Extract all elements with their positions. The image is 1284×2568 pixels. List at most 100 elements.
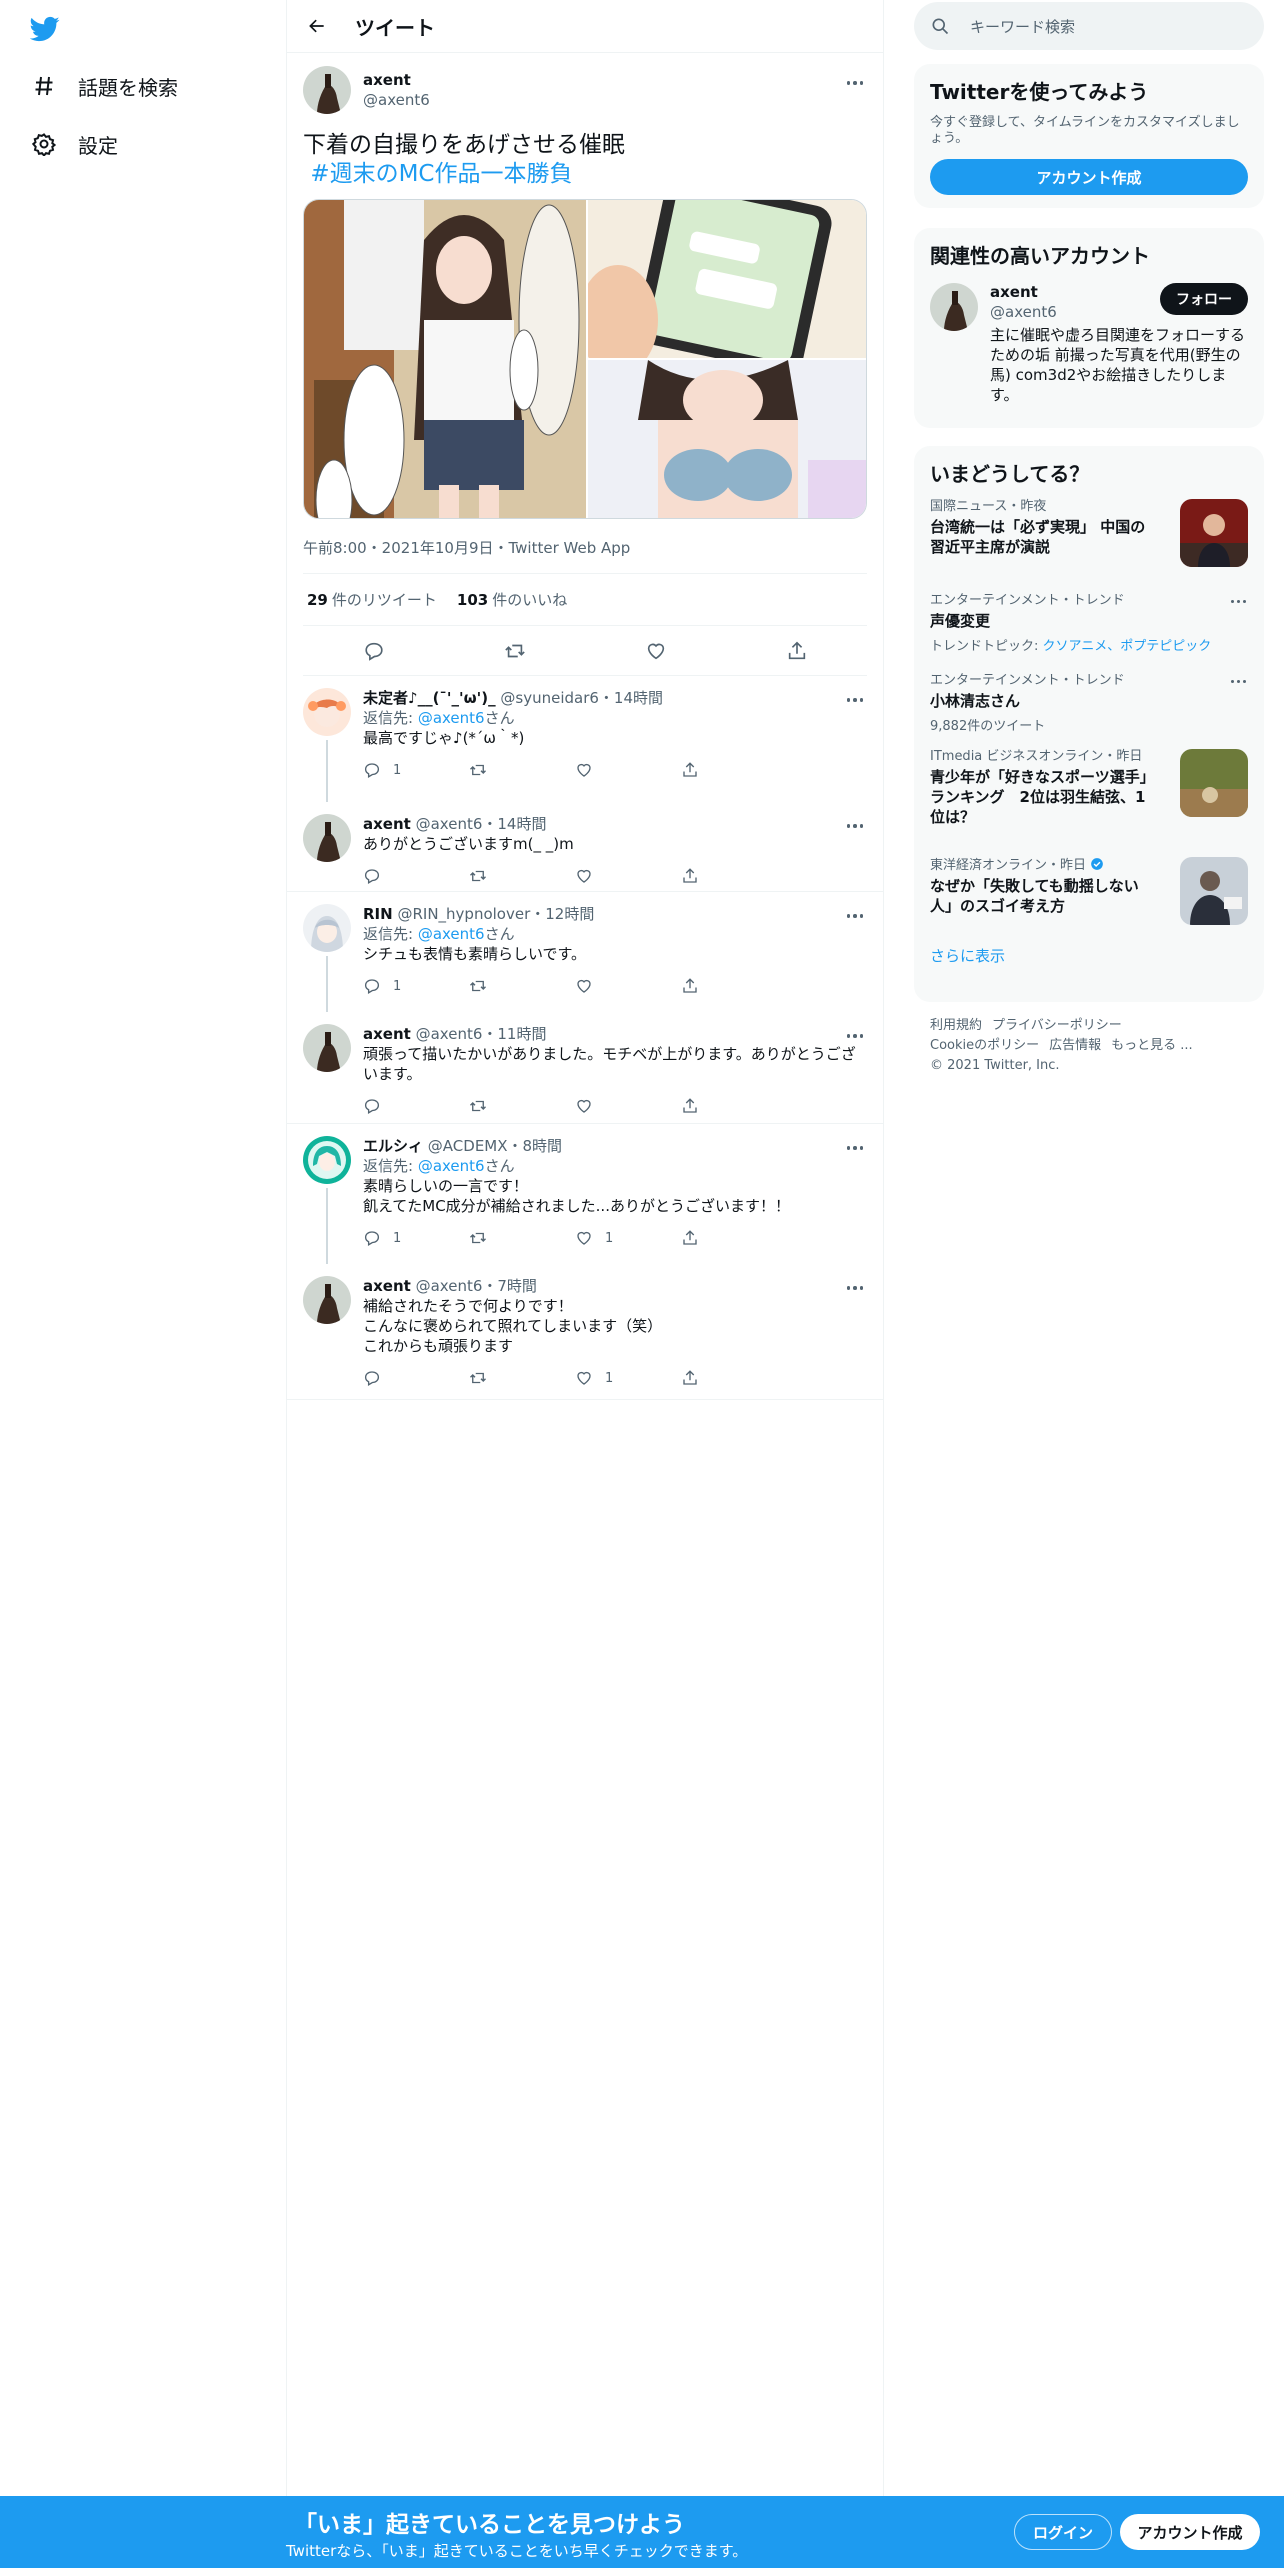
avatar[interactable] <box>930 283 978 331</box>
hashtag-link[interactable]: #週末のMC作品一本勝負 <box>310 161 572 187</box>
tweet-timestamp[interactable]: 午前8:00・2021年10月9日・Twitter Web App <box>303 537 867 574</box>
related-account[interactable]: axent @axent6 主に催眠や虚ろ目関連をフォローするための垢 前撮った… <box>914 269 1264 419</box>
login-button[interactable]: ログイン <box>1014 2514 1112 2550</box>
twitter-logo-icon[interactable] <box>29 14 66 44</box>
reply-author-name[interactable]: axent <box>363 1025 411 1043</box>
retweet-action[interactable] <box>469 761 575 779</box>
reply-author-name[interactable]: RIN <box>363 905 393 923</box>
reply-author-handle[interactable]: @axent6 <box>416 1025 483 1043</box>
more-icon[interactable] <box>1228 673 1248 689</box>
share-action[interactable] <box>681 761 787 779</box>
follow-button[interactable]: フォロー <box>1160 283 1248 315</box>
reply-tweet[interactable]: axent @axent6・7時間 補給されたそうで何よりです！ こんなに褒めら… <box>287 1264 883 1400</box>
avatar[interactable] <box>303 814 351 862</box>
more-icon[interactable] <box>1228 593 1248 609</box>
avatar[interactable] <box>303 66 351 114</box>
reply-action[interactable]: 1 <box>363 977 469 995</box>
reply-action[interactable] <box>363 1097 469 1115</box>
media-image-2[interactable] <box>588 200 866 358</box>
avatar[interactable] <box>303 904 351 952</box>
retweet-action[interactable] <box>469 1369 575 1387</box>
more-icon[interactable] <box>843 73 867 93</box>
reply-author-handle[interactable]: @axent6 <box>416 1277 483 1295</box>
ads-link[interactable]: 広告情報 <box>1049 1038 1101 1053</box>
retweet-action[interactable] <box>469 1229 575 1247</box>
mention-link[interactable]: @axent6 <box>418 1157 485 1175</box>
like-stat[interactable]: 103 件のいいね <box>457 589 567 610</box>
trend-item[interactable]: エンターテインメント・トレンド 小林清志さん 9,882件のツイート <box>914 661 1264 737</box>
reply-author-handle[interactable]: @syuneidar6 <box>500 689 599 707</box>
more-icon[interactable] <box>843 690 867 710</box>
reply-action[interactable]: 1 <box>363 761 469 779</box>
retweet-action[interactable] <box>469 977 575 995</box>
like-action[interactable]: 1 <box>575 1229 681 1247</box>
trend-item[interactable]: エンターテインメント・トレンド 声優変更 トレンドトピック: クソアニメ、ポプテ… <box>914 581 1264 661</box>
reply-author-name[interactable]: エルシィ <box>363 1137 423 1155</box>
share-action[interactable] <box>681 867 787 885</box>
reply-time[interactable]: ・14時間 <box>482 815 546 833</box>
trend-item[interactable]: ITmedia ビジネスオンライン・昨日 青少年が「好きなスポーツ選手」ランキン… <box>914 737 1264 845</box>
reply-time[interactable]: ・12時間 <box>530 905 594 923</box>
reply-author-handle[interactable]: @RIN_hypnolover <box>397 905 530 923</box>
reply-icon[interactable] <box>356 633 392 669</box>
reply-author-name[interactable]: 未定者♪__(¯'_'ω')_ <box>363 689 496 707</box>
trend-item[interactable]: 東洋経済オンライン・昨日 なぜか「失敗しても動揺しない人」のスゴイ考え方 <box>914 845 1264 945</box>
mention-link[interactable]: @axent6 <box>418 925 485 943</box>
like-action[interactable]: 1 <box>575 1369 681 1387</box>
reply-author-name[interactable]: axent <box>363 1277 411 1295</box>
share-action[interactable] <box>681 1097 787 1115</box>
trend-item[interactable]: 国際ニュース・昨夜 台湾統一は「必ず実現」 中国の習近平主席が演説 <box>914 487 1264 581</box>
back-arrow-icon[interactable] <box>299 8 335 44</box>
privacy-link[interactable]: プライバシーポリシー <box>992 1018 1122 1033</box>
more-icon[interactable] <box>843 1278 867 1298</box>
trend-topic-links[interactable]: クソアニメ、ポプテピピック <box>1043 639 1212 654</box>
share-action[interactable] <box>681 1229 787 1247</box>
retweet-stat[interactable]: 29 件のリツイート <box>307 589 437 610</box>
reply-author-name[interactable]: axent <box>363 815 411 833</box>
reply-action[interactable] <box>363 867 469 885</box>
media-image-3[interactable] <box>588 360 866 518</box>
avatar[interactable] <box>303 1276 351 1324</box>
more-icon[interactable] <box>843 1026 867 1046</box>
avatar[interactable] <box>303 1024 351 1072</box>
retweet-action[interactable] <box>469 1097 575 1115</box>
like-action[interactable] <box>575 977 681 995</box>
tweet-media[interactable] <box>303 199 867 519</box>
reply-time[interactable]: ・11時間 <box>482 1025 546 1043</box>
nav-settings[interactable]: 設定 <box>30 124 118 164</box>
more-icon[interactable] <box>843 1138 867 1158</box>
reply-action[interactable] <box>363 1369 469 1387</box>
show-more-link[interactable]: さらに表示 <box>914 945 1264 966</box>
share-action[interactable] <box>681 1369 787 1387</box>
create-account-button[interactable]: アカウント作成 <box>930 159 1248 195</box>
like-icon[interactable] <box>638 633 674 669</box>
reply-tweet[interactable]: axent @axent6・11時間 頑張って描いたかいがありました。モチベが上… <box>287 1012 883 1124</box>
reply-author-handle[interactable]: @axent6 <box>416 815 483 833</box>
share-icon[interactable] <box>779 633 815 669</box>
reply-tweet[interactable]: RIN @RIN_hypnolover・12時間 返信先: @axent6さん … <box>287 892 883 1012</box>
author-name[interactable]: axent <box>363 71 430 89</box>
signup-button[interactable]: アカウント作成 <box>1120 2514 1260 2550</box>
reply-author-handle[interactable]: @ACDEMX <box>428 1137 508 1155</box>
author-handle[interactable]: @axent6 <box>363 91 430 109</box>
reply-time[interactable]: ・8時間 <box>508 1137 563 1155</box>
search-input[interactable]: キーワード検索 <box>970 16 1075 37</box>
cookie-link[interactable]: Cookieのポリシー <box>930 1038 1039 1053</box>
like-action[interactable] <box>575 867 681 885</box>
reply-tweet[interactable]: 未定者♪__(¯'_'ω')_ @syuneidar6・14時間 返信先: @a… <box>287 676 883 802</box>
reply-action[interactable]: 1 <box>363 1229 469 1247</box>
retweet-action[interactable] <box>469 867 575 885</box>
reply-time[interactable]: ・14時間 <box>599 689 663 707</box>
more-icon[interactable] <box>843 816 867 836</box>
more-icon[interactable] <box>843 906 867 926</box>
terms-link[interactable]: 利用規約 <box>930 1018 982 1033</box>
more-link[interactable]: もっと見る ... <box>1111 1038 1193 1053</box>
reply-tweet[interactable]: エルシィ @ACDEMX・8時間 返信先: @axent6さん 素晴らしいの一言… <box>287 1124 883 1264</box>
media-image-1[interactable] <box>304 200 586 518</box>
like-action[interactable] <box>575 1097 681 1115</box>
reply-time[interactable]: ・7時間 <box>482 1277 537 1295</box>
avatar[interactable] <box>303 1136 351 1184</box>
reply-tweet[interactable]: axent @axent6・14時間 ありがとうございますm(_ _)m <box>287 802 883 892</box>
mention-link[interactable]: @axent6 <box>418 709 485 727</box>
share-action[interactable] <box>681 977 787 995</box>
